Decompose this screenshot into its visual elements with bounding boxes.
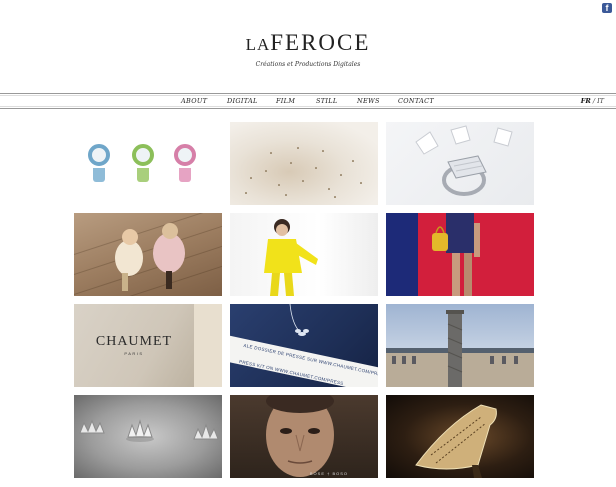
tile-tiaras[interactable] bbox=[74, 395, 222, 478]
tile-red-blue[interactable] bbox=[386, 213, 534, 296]
glitter-dot bbox=[360, 182, 362, 184]
figure-with-bag bbox=[432, 213, 480, 296]
site-logo[interactable]: LAFEROCE bbox=[0, 30, 616, 56]
logo-name: FEROCE bbox=[270, 30, 371, 55]
glitter-dot bbox=[278, 184, 280, 186]
ring-illustration bbox=[415, 125, 513, 196]
watch-pink-strap bbox=[179, 168, 191, 182]
tile-jeweled-shoe[interactable] bbox=[386, 395, 534, 478]
watch-green-strap bbox=[137, 168, 149, 182]
tile-press-kit[interactable]: ALE DOSSIER DE PRESSE SUR WWW.CHAUMET.CO… bbox=[230, 304, 378, 387]
glitter-dot bbox=[250, 177, 252, 179]
chaumet-subtitle: PARIS bbox=[124, 351, 144, 356]
yellow-coat-illustration bbox=[264, 219, 318, 296]
shoe-illustration bbox=[415, 404, 497, 478]
glitter-dot bbox=[265, 170, 267, 172]
photo-caption: BOSE † BOSO bbox=[309, 471, 348, 476]
glitter-dot bbox=[285, 194, 287, 196]
facebook-icon[interactable]: f bbox=[602, 3, 612, 13]
nav-news[interactable]: NEWS bbox=[357, 97, 380, 105]
glitter-dot bbox=[340, 174, 342, 176]
glitter-dot bbox=[328, 188, 330, 190]
lang-separator: / bbox=[592, 97, 596, 105]
tile-children[interactable] bbox=[74, 213, 222, 296]
portfolio-grid: CHAUMET PARIS ALE DOSSIER DE PRESSE SUR … bbox=[74, 122, 534, 487]
glitter-dot bbox=[352, 160, 354, 162]
glitter-dot bbox=[302, 180, 304, 182]
lang-fr[interactable]: FR bbox=[581, 97, 591, 105]
tagline: Créations et Productions Digitales bbox=[255, 61, 361, 68]
glitter-dot bbox=[297, 147, 299, 149]
tiaras-illustration bbox=[79, 419, 219, 442]
glitter-dot bbox=[315, 167, 317, 169]
nav-digital[interactable]: DIGITAL bbox=[227, 97, 258, 105]
language-switcher: FR / IT bbox=[581, 97, 604, 105]
nav-film[interactable]: FILM bbox=[276, 97, 295, 105]
tile-place-vendome[interactable] bbox=[386, 304, 534, 387]
children-illustration bbox=[115, 223, 185, 291]
tile-yellow-coat[interactable] bbox=[230, 213, 378, 296]
watch-green bbox=[132, 144, 154, 166]
watch-pink bbox=[174, 144, 196, 166]
nav-still[interactable]: STILL bbox=[316, 97, 338, 105]
vendome-illustration bbox=[386, 310, 534, 387]
glitter-dot bbox=[322, 150, 324, 152]
lang-it[interactable]: IT bbox=[597, 97, 604, 105]
logo-prefix: LA bbox=[245, 35, 271, 54]
glitter-dot bbox=[334, 196, 336, 198]
tile-chaumet-brand[interactable]: CHAUMET PARIS bbox=[74, 304, 222, 387]
tile-diamond-ring[interactable] bbox=[386, 122, 534, 205]
glitter-dot bbox=[290, 162, 292, 164]
watch-blue-strap bbox=[93, 168, 105, 182]
tile-portrait[interactable]: BOSE † BOSO bbox=[230, 395, 378, 478]
cream-panel bbox=[194, 304, 222, 387]
nav-contact[interactable]: CONTACT bbox=[398, 97, 434, 105]
watch-blue bbox=[88, 144, 110, 166]
glitter-dot bbox=[270, 152, 272, 154]
portrait-illustration bbox=[266, 395, 334, 477]
main-nav: ABOUT DIGITAL FILM STILL NEWS CONTACT FR… bbox=[0, 93, 616, 109]
tile-watches[interactable] bbox=[74, 122, 222, 205]
nav-about[interactable]: ABOUT bbox=[181, 97, 207, 105]
tile-glitter[interactable] bbox=[230, 122, 378, 205]
glitter-dot bbox=[245, 192, 247, 194]
chaumet-logo-text: CHAUMET bbox=[95, 334, 173, 349]
